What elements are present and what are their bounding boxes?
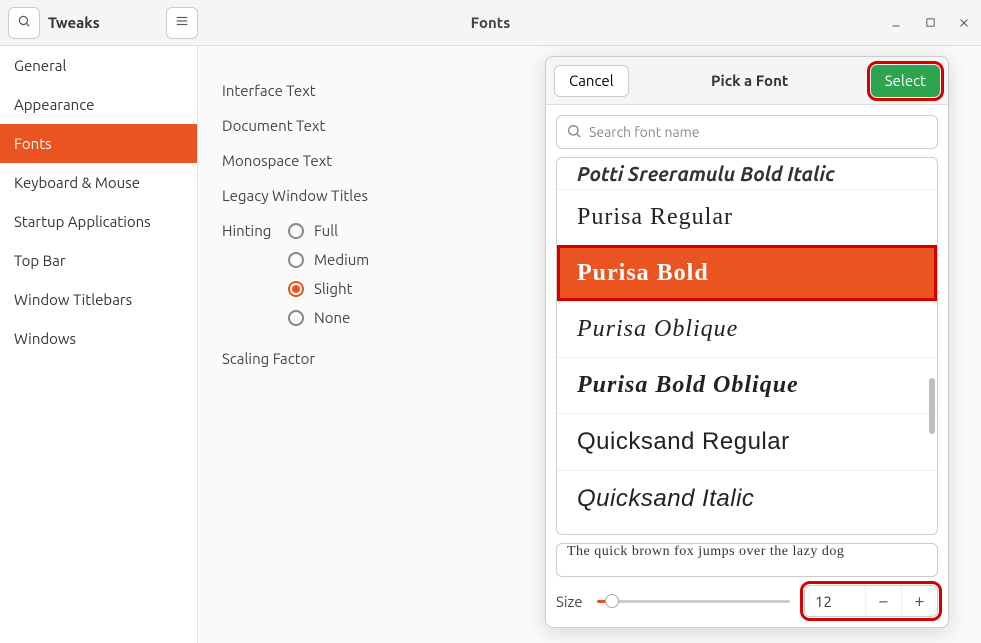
dialog-header: Cancel Pick a Font Select: [546, 57, 948, 105]
sidebar-item-top-bar[interactable]: Top Bar: [0, 241, 197, 280]
sidebar-item-appearance[interactable]: Appearance: [0, 85, 197, 124]
hamburger-icon: [175, 14, 189, 31]
sidebar-item-general[interactable]: General: [0, 46, 197, 85]
radio-icon: [288, 310, 304, 326]
hinting-slight[interactable]: Slight: [288, 280, 369, 297]
radio-icon: [288, 281, 304, 297]
font-row-purisa-oblique[interactable]: Purisa Oblique: [557, 301, 937, 357]
font-preview[interactable]: The quick brown fox jumps over the lazy …: [556, 543, 938, 577]
menu-button[interactable]: [166, 7, 198, 39]
font-row-partial[interactable]: Potti Sreeramulu Bold Italic: [557, 158, 937, 189]
font-row-purisa-bold[interactable]: Purisa Bold: [557, 245, 937, 301]
sidebar-item-startup-applications[interactable]: Startup Applications: [0, 202, 197, 241]
radio-icon: [288, 223, 304, 239]
headerbar: Tweaks Fonts: [0, 0, 981, 46]
sidebar-item-keyboard-mouse[interactable]: Keyboard & Mouse: [0, 163, 197, 202]
size-row: Size 12 − +: [556, 585, 938, 617]
font-row-purisa-bold-oblique[interactable]: Purisa Bold Oblique: [557, 357, 937, 413]
size-label: Size: [556, 593, 583, 610]
maximize-icon[interactable]: [921, 14, 939, 32]
slider-thumb-icon[interactable]: [605, 594, 619, 608]
size-slider[interactable]: [597, 592, 790, 610]
hinting-options: Full Medium Slight None: [288, 222, 369, 326]
font-list: Potti Sreeramulu Bold Italic Purisa Regu…: [556, 157, 938, 535]
dialog-body: Potti Sreeramulu Bold Italic Purisa Regu…: [546, 105, 948, 627]
search-button[interactable]: [8, 7, 40, 39]
close-icon[interactable]: [955, 14, 973, 32]
font-picker-dialog: Cancel Pick a Font Select Potti Sreeramu…: [545, 56, 949, 628]
hinting-none[interactable]: None: [288, 309, 369, 326]
minimize-icon[interactable]: [887, 14, 905, 32]
sidebar-item-window-titlebars[interactable]: Window Titlebars: [0, 280, 197, 319]
font-row-quicksand-regular[interactable]: Quicksand Regular: [557, 413, 937, 470]
plus-icon: +: [914, 591, 924, 611]
font-row-purisa-regular[interactable]: Purisa Regular: [557, 189, 937, 245]
dialog-title: Pick a Font: [711, 72, 788, 89]
select-button[interactable]: Select: [871, 65, 940, 97]
search-icon: [17, 14, 31, 31]
minus-icon: −: [878, 591, 888, 611]
size-spinner: 12 − +: [804, 585, 938, 617]
scrollbar[interactable]: [929, 378, 935, 434]
hinting-full[interactable]: Full: [288, 222, 369, 239]
font-row-quicksand-italic[interactable]: Quicksand Italic: [557, 470, 937, 527]
page-title: Fonts: [471, 14, 511, 31]
sidebar-item-windows[interactable]: Windows: [0, 319, 197, 358]
hinting-medium[interactable]: Medium: [288, 251, 369, 268]
search-field: [556, 115, 938, 149]
size-increase-button[interactable]: +: [901, 586, 937, 616]
sidebar: General Appearance Fonts Keyboard & Mous…: [0, 46, 198, 643]
cancel-button[interactable]: Cancel: [554, 65, 629, 97]
radio-icon: [288, 252, 304, 268]
search-icon: [566, 123, 582, 143]
headerbar-left: Tweaks: [0, 7, 198, 39]
window-controls: [887, 14, 973, 32]
app-title: Tweaks: [48, 14, 100, 31]
size-value[interactable]: 12: [805, 593, 865, 610]
sidebar-item-fonts[interactable]: Fonts: [0, 124, 197, 163]
font-search-input[interactable]: [556, 115, 938, 149]
size-decrease-button[interactable]: −: [865, 586, 901, 616]
